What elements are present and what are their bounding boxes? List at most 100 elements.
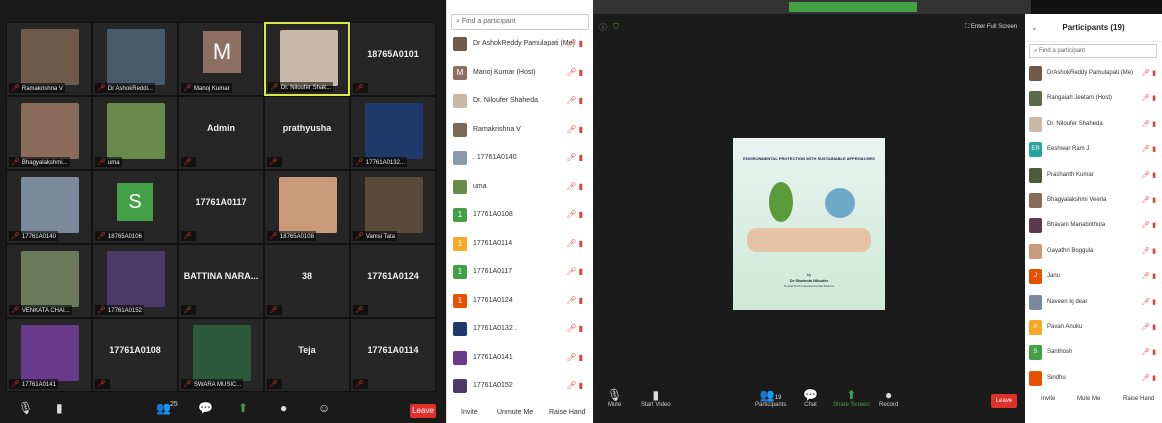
- participant-row[interactable]: Dr AshokReddy Pamulapati (Me) 🎤︎▮: [451, 36, 589, 54]
- mic-video-status-icon: 🎤︎▮: [1141, 222, 1158, 230]
- participant-row[interactable]: Bhavani Manabothula 🎤︎▮: [1025, 214, 1162, 238]
- participant-row[interactable]: 1 17761A0117 🎤︎▮: [451, 264, 589, 282]
- video-tile[interactable]: 18765A0101 🎤︎: [350, 22, 436, 96]
- video-tile[interactable]: 🎤︎ Dr. Niloufer Shak...: [264, 22, 350, 96]
- participant-row[interactable]: S Santhosh 🎤︎▮: [1025, 341, 1162, 365]
- mic-video-status-icon: 🎤︎▮: [1141, 197, 1158, 204]
- participant-row[interactable]: uma 🎤︎▮: [451, 179, 589, 197]
- participant-row[interactable]: 17761A0141 🎤︎▮: [451, 350, 589, 368]
- participants-icon[interactable]: 👥: [156, 401, 171, 415]
- video-tile[interactable]: prathyusha 🎤︎: [264, 96, 350, 170]
- mic-video-status-icon: 🎤︎▮: [566, 267, 585, 276]
- participant-row[interactable]: J Janu 🎤︎▮: [1025, 265, 1162, 289]
- tile-participant-name: Manoj Kumar: [193, 86, 230, 92]
- video-tile[interactable]: 🎤︎ Vamsi Tata: [350, 170, 436, 244]
- start-video-button[interactable]: ▮ Start Video: [641, 388, 671, 408]
- share-screen-button[interactable]: ⬆ Share Screen: [833, 388, 870, 408]
- video-tile[interactable]: 17761A0108 🎤︎: [92, 318, 178, 392]
- record-button[interactable]: ● Record: [879, 388, 898, 408]
- chat-button[interactable]: 💬 Chat: [803, 388, 818, 408]
- video-tile[interactable]: 🎤︎ 17761A0140: [6, 170, 92, 244]
- video-tile[interactable]: 🎤︎ 18765A0108: [264, 170, 350, 244]
- invite-button[interactable]: Invite: [1041, 396, 1055, 402]
- mic-video-status-icon: 🎤︎▮: [1141, 146, 1158, 154]
- participant-row[interactable]: Dr. Niloufer Shaheda 🎤︎▮: [1025, 113, 1162, 137]
- avatar: M: [453, 65, 467, 80]
- video-tile[interactable]: M 🎤︎ Manoj Kumar: [178, 22, 264, 96]
- mic-muted-icon: 🎤︎: [97, 307, 106, 314]
- video-tile[interactable]: 38 🎤︎: [264, 244, 350, 318]
- raise-hand-button[interactable]: Raise Hand: [549, 409, 586, 416]
- participant-row[interactable]: Bhagyalakshmi Veerla 🎤︎▮: [1025, 189, 1162, 213]
- video-tile[interactable]: 17761A0114 🎤︎: [350, 318, 436, 392]
- mic-video-status-icon: 🎤︎▮: [566, 153, 585, 162]
- video-tile[interactable]: 🎤︎ VENKATA CHAI...: [6, 244, 92, 318]
- participant-row[interactable]: 1 17761A0108 🎤︎▮: [451, 207, 589, 225]
- security-shield-icon[interactable]: ⛉: [613, 22, 619, 32]
- participant-row[interactable]: Gayathri Boggula 🎤︎▮: [1025, 240, 1162, 264]
- tile-label: 🎤︎ 17761A0141: [9, 379, 58, 389]
- participant-row[interactable]: M Manoj Kumar (Host) 🎤︎▮: [451, 65, 589, 83]
- participant-row[interactable]: 1 17761A0114 🎤︎▮: [451, 236, 589, 254]
- mic-video-status-icon: 🎤︎▮: [566, 238, 585, 248]
- participant-row[interactable]: 17761A0132 . 🎤︎▮: [451, 321, 589, 339]
- participant-row[interactable]: A Pavan Anuku 🎤︎▮: [1025, 316, 1162, 340]
- participant-row[interactable]: Dr. Niloufer Shaheda 🎤︎▮: [451, 93, 589, 111]
- video-tile[interactable]: Teja 🎤︎: [264, 318, 350, 392]
- leave-button[interactable]: Leave: [991, 394, 1017, 408]
- record-icon[interactable]: ●: [280, 401, 287, 415]
- participant-name: Bhavani Manabothula: [1047, 222, 1106, 229]
- raise-hand-button[interactable]: Raise Hand: [1123, 396, 1154, 402]
- video-tile[interactable]: 🎤︎ 17761A0152: [92, 244, 178, 318]
- participant-search-input[interactable]: ⌕ Find a participant: [451, 14, 589, 30]
- tile-label: 🎤︎: [181, 157, 196, 167]
- microphone-icon: 🎙: [607, 388, 623, 402]
- mute-me-button[interactable]: Mute Me: [1077, 396, 1100, 402]
- video-tile[interactable]: S 🎤︎ 18765A0106: [92, 170, 178, 244]
- mic-video-status-icon: 🎤︎▮: [566, 295, 585, 305]
- video-tile[interactable]: 🎤︎ 17761A0132...: [350, 96, 436, 170]
- participant-row[interactable]: 1 17761A0124 🎤︎▮: [451, 293, 589, 311]
- video-off-icon[interactable]: ▮: [56, 401, 63, 415]
- participants-button[interactable]: 👥19 Participants: [755, 388, 786, 408]
- video-tile[interactable]: 17761A0124 🎤︎: [350, 244, 436, 318]
- participant-row[interactable]: . 17761A0140 🎤︎▮: [451, 150, 589, 168]
- leave-button[interactable]: Leave: [410, 404, 436, 418]
- invite-button[interactable]: Invite: [461, 409, 478, 416]
- video-tile[interactable]: 🎤︎ SWARA MUSIC...: [178, 318, 264, 392]
- participant-video: [365, 177, 423, 233]
- tile-label: 🎤︎: [353, 379, 368, 389]
- tile-name: BATTINA NARA...: [183, 271, 259, 281]
- video-tile[interactable]: 🎤︎ Dr AshokReddi...: [92, 22, 178, 96]
- participant-row[interactable]: Sindhu 🎤︎▮: [1025, 367, 1162, 391]
- mic-muted-icon[interactable]: 🎙: [18, 401, 33, 415]
- mute-button[interactable]: 🎙 Mute: [607, 388, 622, 408]
- participant-row[interactable]: ER Eeshwar Ram J 🎤︎▮: [1025, 138, 1162, 162]
- unmute-me-button[interactable]: Unmute Me: [497, 409, 533, 416]
- participant-row[interactable]: Rangaiah Jeetam (Host) 🎤︎▮: [1025, 87, 1162, 111]
- chat-icon[interactable]: 💬: [198, 401, 213, 415]
- video-tile[interactable]: Admin 🎤︎: [178, 96, 264, 170]
- video-tile[interactable]: 🎤︎ Ramakrishna V: [6, 22, 92, 96]
- right-toolbar: 🎙 Mute ▮ Start Video 👥19 Participants 💬 Chat…: [593, 386, 1025, 423]
- participant-row[interactable]: 17761A0152 🎤︎▮: [451, 378, 589, 396]
- participant-row[interactable]: Prashanth Kumar 🎤︎▮: [1025, 164, 1162, 188]
- video-tile[interactable]: 17761A0117 🎤︎: [178, 170, 264, 244]
- mic-muted-icon: 🎤︎: [269, 307, 278, 314]
- video-tile[interactable]: 🎤︎ uma: [92, 96, 178, 170]
- video-tile[interactable]: BATTINA NARA... 🎤︎: [178, 244, 264, 318]
- video-tile[interactable]: 🎤︎ 17761A0141: [6, 318, 92, 392]
- tile-label: 🎤︎: [353, 305, 368, 315]
- mic-video-status-icon: 🎤︎▮: [566, 352, 585, 362]
- info-icon[interactable]: ⓘ: [599, 22, 607, 33]
- participant-search-input[interactable]: ⌕ Find a participant: [1029, 44, 1157, 58]
- participant-row[interactable]: Ramakrishna V 🎤︎▮: [451, 122, 589, 140]
- enter-full-screen-button[interactable]: ⛶ Enter Full Screen: [965, 24, 1017, 31]
- participant-name: Pavan Anuku: [1047, 324, 1083, 330]
- collapse-chevron-icon[interactable]: ⌄: [1031, 23, 1038, 32]
- participant-row[interactable]: DrAshokReddy Pamulapati (Me) 🎤︎▮: [1025, 62, 1162, 86]
- share-screen-icon[interactable]: ⬆: [238, 401, 248, 415]
- participant-row[interactable]: Naveen kj dear 🎤︎▮: [1025, 291, 1162, 315]
- reactions-icon[interactable]: ☺: [318, 401, 330, 415]
- video-tile[interactable]: 🎤︎ Bhagyalakshmi...: [6, 96, 92, 170]
